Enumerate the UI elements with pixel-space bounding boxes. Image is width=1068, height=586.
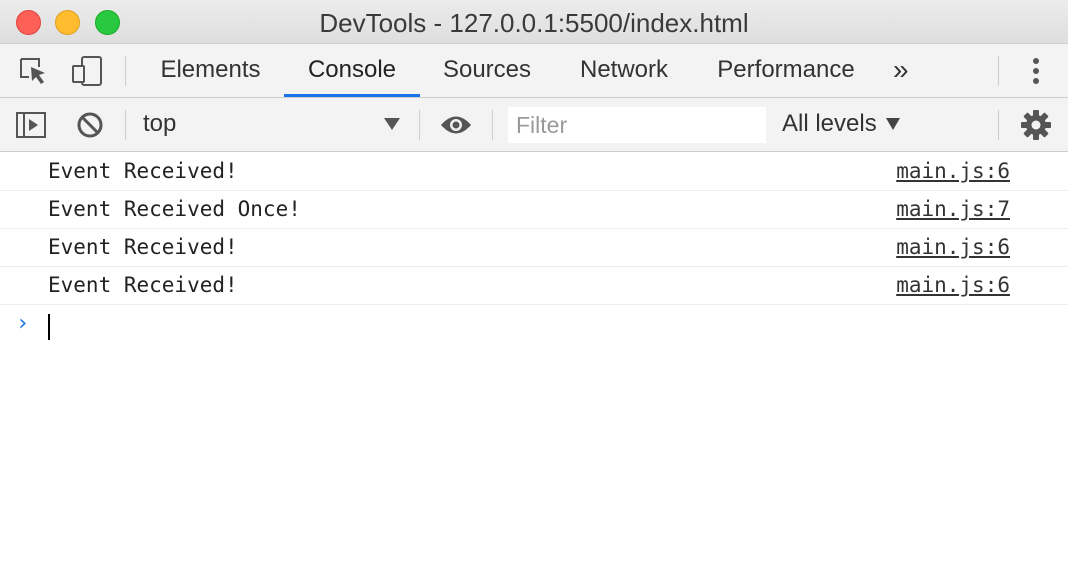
tab-performance[interactable]: Performance (702, 44, 870, 97)
more-tabs-icon[interactable]: » (893, 56, 909, 84)
live-expression-eye-icon[interactable] (436, 108, 476, 142)
console-toolbar: top All levels (0, 98, 1068, 152)
execution-context-select[interactable]: top (143, 110, 176, 138)
divider (125, 110, 126, 140)
console-message: Event Received Once! main.js:7 (0, 191, 1068, 229)
panel-tab-bar: Elements Console Sources Network Perform… (0, 44, 1068, 98)
source-link[interactable]: main.js:6 (896, 273, 1010, 297)
console-prompt[interactable]: › (0, 305, 1068, 345)
divider (998, 56, 999, 86)
chevron-down-icon[interactable] (384, 118, 400, 130)
console-message: Event Received! main.js:6 (0, 229, 1068, 267)
console-settings-gear-icon[interactable] (1018, 108, 1054, 142)
message-text: Event Received! (48, 235, 238, 259)
title-bar: DevTools - 127.0.0.1:5500/index.html (0, 0, 1068, 44)
divider (419, 110, 420, 140)
devtools-window: DevTools - 127.0.0.1:5500/index.html Ele… (0, 0, 1068, 586)
console-message: Event Received! main.js:6 (0, 267, 1068, 305)
prompt-chevron-icon: › (16, 311, 30, 336)
show-sidebar-icon[interactable] (14, 108, 48, 142)
divider (998, 110, 999, 140)
source-link[interactable]: main.js:7 (896, 197, 1010, 221)
tab-sources[interactable]: Sources (428, 44, 546, 97)
message-text: Event Received Once! (48, 197, 301, 221)
message-text: Event Received! (48, 159, 238, 183)
divider (492, 110, 493, 140)
divider (125, 56, 126, 86)
console-message: Event Received! main.js:6 (0, 153, 1068, 191)
window-title: DevTools - 127.0.0.1:5500/index.html (319, 8, 749, 38)
tab-console[interactable]: Console (284, 44, 420, 97)
console-messages: Event Received! main.js:6 Event Received… (0, 153, 1068, 345)
source-link[interactable]: main.js:6 (896, 159, 1010, 183)
chevron-down-icon[interactable] (886, 118, 900, 130)
clear-console-icon[interactable] (73, 108, 107, 142)
filter-input[interactable] (508, 107, 766, 143)
tab-network[interactable]: Network (564, 44, 684, 97)
more-options-icon[interactable] (1024, 54, 1048, 88)
log-levels-select[interactable]: All levels (782, 110, 877, 138)
source-link[interactable]: main.js:6 (896, 235, 1010, 259)
message-text: Event Received! (48, 273, 238, 297)
device-toolbar-icon[interactable] (68, 54, 106, 88)
tab-elements[interactable]: Elements (145, 44, 276, 97)
inspect-element-icon[interactable] (14, 54, 52, 88)
text-caret (48, 314, 50, 340)
